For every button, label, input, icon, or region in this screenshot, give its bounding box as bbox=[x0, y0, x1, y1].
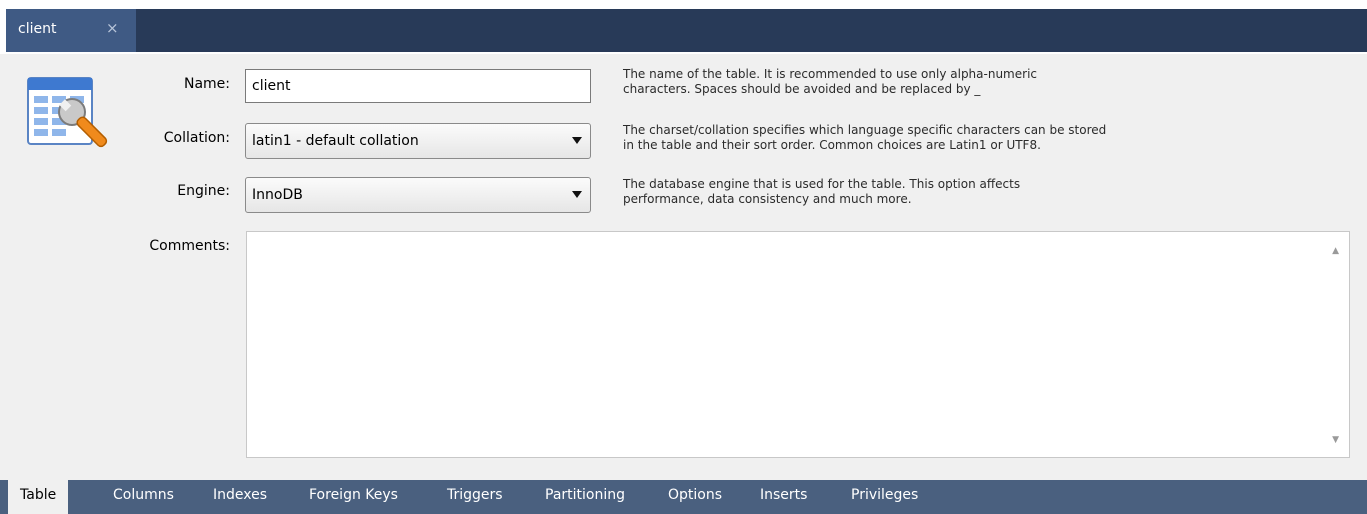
engine-select[interactable]: InnoDB bbox=[245, 177, 591, 213]
tab-foreign-keys[interactable]: Foreign Keys bbox=[309, 480, 398, 512]
collation-description-line: in the table and their sort order. Commo… bbox=[623, 138, 1041, 152]
tab-columns[interactable]: Columns bbox=[113, 480, 174, 512]
comments-textarea[interactable]: ▲ ▼ bbox=[246, 231, 1350, 458]
table-name-input[interactable] bbox=[245, 69, 591, 103]
document-tab-client[interactable]: client × bbox=[6, 9, 136, 52]
engine-selected-value: InnoDB bbox=[252, 187, 303, 203]
tab-inserts[interactable]: Inserts bbox=[760, 480, 807, 512]
collation-description: The charset/collation specifies which la… bbox=[623, 123, 1243, 153]
scroll-up-arrow-icon[interactable]: ▲ bbox=[1332, 246, 1339, 256]
chevron-down-icon bbox=[572, 137, 582, 144]
tab-privileges[interactable]: Privileges bbox=[851, 480, 918, 512]
tab-triggers[interactable]: Triggers bbox=[447, 480, 503, 512]
collation-select[interactable]: latin1 - default collation bbox=[245, 123, 591, 159]
collation-description-line: The charset/collation specifies which la… bbox=[623, 123, 1107, 137]
name-label: Name: bbox=[183, 76, 230, 92]
engine-label: Engine: bbox=[177, 183, 230, 199]
scroll-down-arrow-icon[interactable]: ▼ bbox=[1332, 435, 1339, 445]
name-description-line: The name of the table. It is recommended… bbox=[623, 67, 1037, 81]
name-description-line: characters. Spaces should be avoided and… bbox=[623, 82, 981, 96]
document-tab-label: client bbox=[18, 21, 57, 37]
collation-label: Collation: bbox=[163, 130, 230, 146]
comments-label: Comments: bbox=[149, 238, 230, 254]
engine-description: The database engine that is used for the… bbox=[623, 177, 1243, 207]
tab-table[interactable]: Table bbox=[8, 480, 69, 514]
tab-indexes[interactable]: Indexes bbox=[213, 480, 267, 512]
close-icon[interactable]: × bbox=[106, 19, 119, 37]
chevron-down-icon bbox=[572, 191, 582, 198]
collation-selected-value: latin1 - default collation bbox=[252, 133, 419, 149]
tab-options[interactable]: Options bbox=[668, 480, 722, 512]
engine-description-line: performance, data consistency and much m… bbox=[623, 192, 912, 206]
document-tab-strip: client × bbox=[6, 9, 1367, 52]
editor-section-tabs: Table Columns Indexes Foreign Keys Trigg… bbox=[0, 480, 1367, 514]
editor-tab-bar: client × bbox=[0, 0, 1367, 54]
tab-partitioning[interactable]: Partitioning bbox=[545, 480, 625, 512]
name-description: The name of the table. It is recommended… bbox=[623, 67, 1243, 97]
engine-description-line: The database engine that is used for the… bbox=[623, 177, 1021, 191]
